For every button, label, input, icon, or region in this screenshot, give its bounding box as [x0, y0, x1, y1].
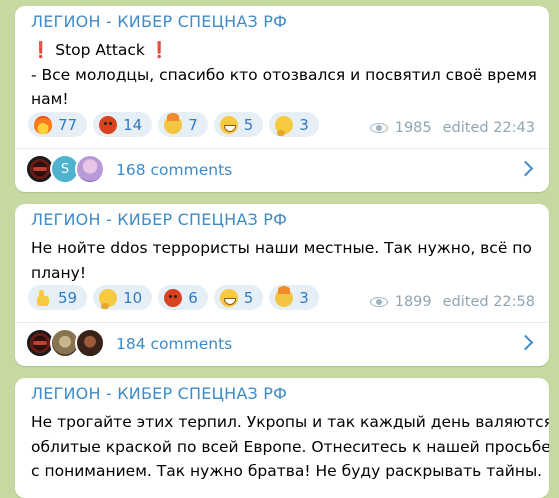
chevron-right-icon	[517, 160, 534, 177]
reaction-count: 77	[58, 115, 78, 134]
commenter-avatars	[25, 328, 115, 360]
comments-button[interactable]: 184 comments	[15, 323, 549, 365]
grin-face-icon	[219, 288, 238, 307]
fire-icon	[34, 115, 52, 134]
post-meta: 1985 edited 22:43	[369, 120, 535, 136]
grin-face-icon	[219, 115, 238, 134]
channel-post[interactable]: ЛЕГИОН - КИБЕР СПЕЦНАЗ РФ Не трогайте эт…	[15, 378, 549, 498]
exclamation-icon: ❗	[31, 41, 51, 59]
view-count: 1985	[394, 120, 432, 136]
reaction-exploding-head[interactable]: 7	[158, 112, 208, 137]
reaction-thumbs-up[interactable]: 59	[28, 285, 88, 310]
exploding-head-icon	[275, 285, 294, 307]
sender-name[interactable]: ЛЕГИОН - КИБЕР СПЕЦНАЗ РФ	[31, 384, 287, 403]
comments-count: 168 comments	[116, 161, 233, 179]
post-meta: 1899 edited 22:58	[369, 294, 535, 310]
message-line: - Все молодцы, спасибо кто отозвался и п…	[31, 65, 537, 84]
message-line: плану!	[31, 263, 87, 282]
message-text: ❗ Stop Attack ❗ - Все молодцы, спасибо к…	[31, 38, 537, 112]
chevron-right-icon	[517, 334, 534, 351]
reaction-grin[interactable]: 5	[213, 285, 264, 310]
avatar	[75, 328, 105, 358]
channel-post[interactable]: ЛЕГИОН - КИБЕР СПЕЦНАЗ РФ ❗ Stop Attack …	[15, 6, 549, 192]
message-text: Не трогайте этих терпил. Укропы и так ка…	[31, 410, 549, 484]
message-line: нам!	[31, 90, 69, 108]
sender-name[interactable]: ЛЕГИОН - КИБЕР СПЕЦНАЗ РФ	[31, 12, 287, 31]
reaction-angry[interactable]: 6	[158, 285, 208, 310]
reaction-count: 5	[243, 288, 254, 307]
message-line: Не трогайте этих терпил. Укропы и так ка…	[31, 413, 549, 431]
reaction-angry[interactable]: 14	[93, 112, 153, 137]
thinking-face-icon	[99, 288, 118, 309]
comments-count: 184 comments	[116, 335, 233, 353]
view-count: 1899	[394, 294, 432, 310]
reaction-count: 7	[188, 115, 198, 134]
reaction-count: 3	[299, 288, 309, 307]
message-line: Не нойте ddos террористы наши местные. Т…	[31, 239, 532, 257]
angry-face-icon	[99, 115, 118, 134]
edited-time: edited 22:58	[442, 294, 535, 310]
reaction-count: 3	[299, 115, 309, 134]
reaction-count: 5	[243, 115, 254, 134]
channel-post[interactable]: ЛЕГИОН - КИБЕР СПЕЦНАЗ РФ Не нойте ddos …	[15, 204, 549, 366]
avatar	[75, 154, 105, 184]
reaction-grin[interactable]: 5	[213, 112, 264, 137]
reaction-exploding-head[interactable]: 3	[269, 285, 319, 310]
reaction-fire[interactable]: 77	[28, 112, 88, 137]
comments-button[interactable]: S 168 comments	[15, 149, 549, 191]
message-text: Не нойте ddos террористы наши местные. Т…	[31, 236, 536, 285]
commenter-avatars: S	[25, 154, 115, 186]
reaction-count: 59	[58, 288, 78, 307]
edited-time: edited 22:43	[442, 120, 535, 136]
exploding-head-icon	[164, 112, 183, 134]
thumbs-up-icon	[34, 289, 52, 307]
exclamation-icon: ❗	[149, 41, 170, 59]
reaction-count: 6	[188, 288, 198, 307]
thinking-face-icon	[275, 115, 294, 136]
message-line: с пониманием. Так нужно братва! Не буду …	[31, 462, 543, 480]
angry-face-icon	[164, 288, 183, 307]
sender-name[interactable]: ЛЕГИОН - КИБЕР СПЕЦНАЗ РФ	[31, 210, 287, 229]
reaction-count: 14	[123, 115, 143, 134]
reactions-bar: 77 14 7 5 3	[28, 112, 319, 137]
message-line: Stop Attack	[55, 41, 145, 59]
reactions-bar: 59 10 6 5 3	[28, 285, 319, 310]
message-line: облитые краской по всей Европе. Отнесите…	[31, 437, 549, 456]
reaction-thinking[interactable]: 3	[269, 112, 319, 137]
reaction-count: 10	[123, 288, 143, 307]
eye-icon	[369, 296, 390, 308]
reaction-thinking[interactable]: 10	[93, 285, 153, 310]
eye-icon	[369, 122, 390, 134]
